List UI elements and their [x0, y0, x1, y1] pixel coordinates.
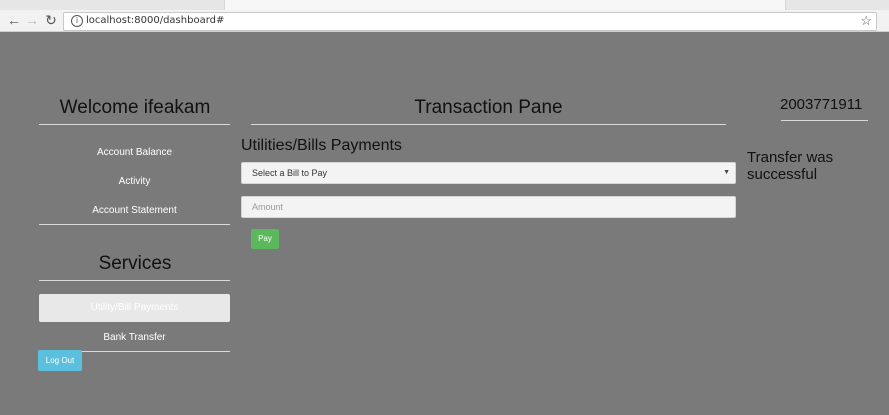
reload-icon[interactable]: ↻	[43, 12, 59, 28]
divider	[251, 124, 726, 125]
divider	[39, 124, 230, 125]
divider	[39, 280, 230, 281]
sidebar-item-account-balance[interactable]: Account Balance	[39, 147, 230, 158]
bill-select[interactable]: Select a Bill to Pay ▼	[241, 162, 736, 184]
dropdown-arrow-icon: ▼	[723, 169, 730, 176]
amount-field[interactable]	[241, 196, 736, 218]
divider	[781, 120, 868, 121]
back-arrow-icon[interactable]: ←	[6, 12, 22, 28]
logout-button[interactable]: Log Out	[38, 350, 82, 371]
page-title: Transaction Pane	[414, 97, 563, 118]
sidebar-item-activity[interactable]: Activity	[39, 176, 230, 187]
section-title: Utilities/Bills Payments	[241, 137, 402, 154]
sidebar-item-utility-bill-payments[interactable]: Utility/Bill Payments	[39, 294, 230, 322]
forward-arrow-icon[interactable]: →	[24, 12, 40, 28]
sidebar-item-bank-transfer[interactable]: Bank Transfer	[39, 332, 230, 343]
info-icon[interactable]: i	[71, 15, 83, 27]
services-heading: Services	[98, 253, 172, 274]
status-message: Transfer was successful	[747, 149, 834, 183]
star-icon[interactable]: ☆	[860, 13, 872, 29]
account-number: 2003771911	[780, 96, 863, 113]
divider	[39, 224, 230, 225]
address-bar[interactable]: i localhost:8000/dashboard# ☆	[63, 12, 877, 31]
welcome-heading: Welcome ifeakam	[59, 97, 211, 118]
browser-tab[interactable]	[224, 0, 786, 10]
pay-button[interactable]: Pay	[251, 229, 279, 249]
browser-toolbar: ← → ↻ i localhost:8000/dashboard# ☆	[0, 0, 889, 32]
bill-select-value: Select a Bill to Pay	[252, 168, 328, 178]
address-text: localhost:8000/dashboard#	[86, 15, 225, 26]
sidebar-item-account-statement[interactable]: Account Statement	[39, 205, 230, 216]
